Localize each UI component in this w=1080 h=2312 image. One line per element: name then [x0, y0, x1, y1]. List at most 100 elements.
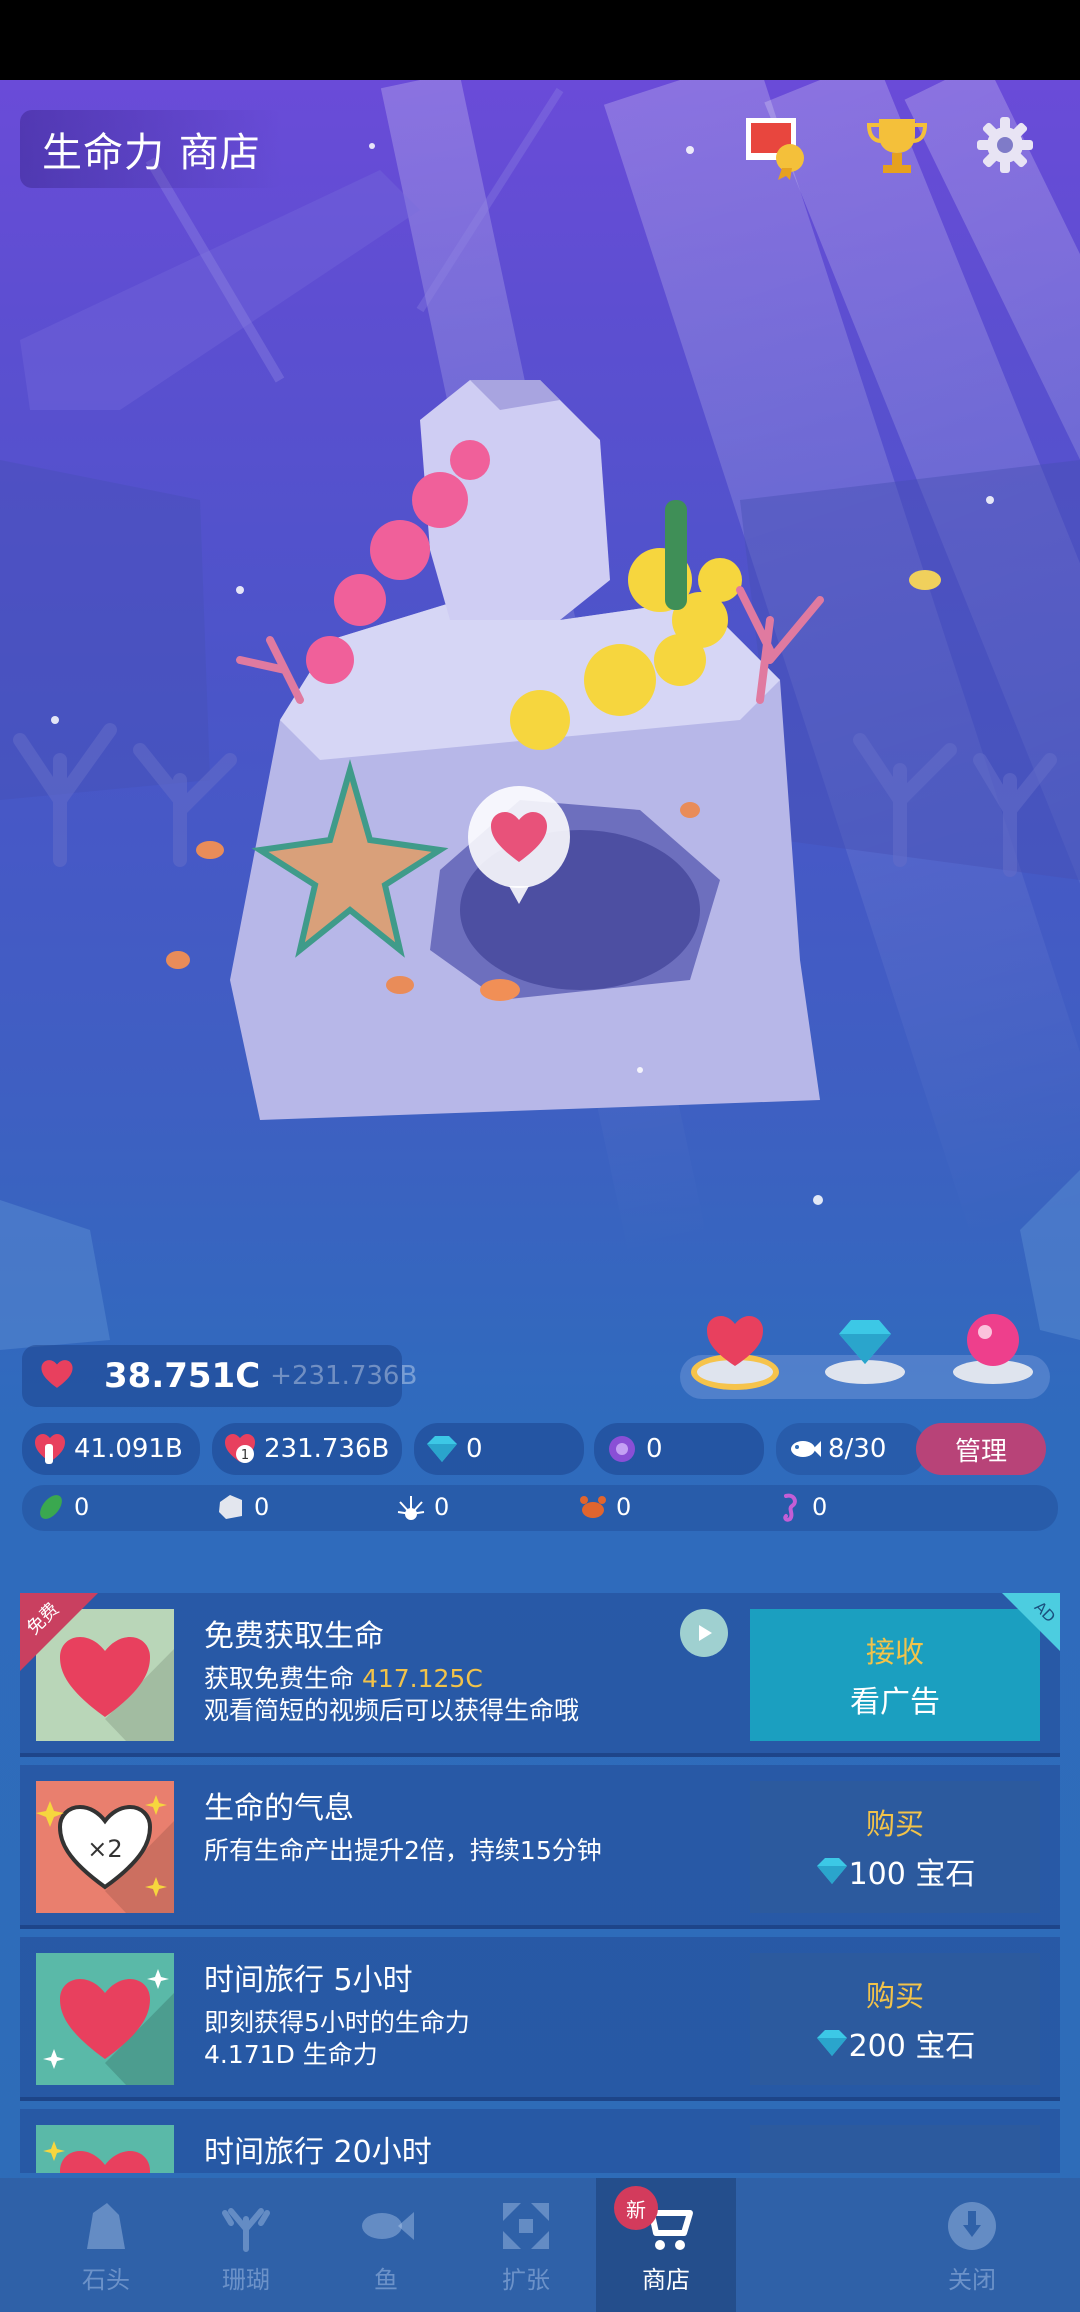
- orb-value: 0: [646, 1434, 663, 1464]
- crab-icon: [578, 1492, 608, 1522]
- item-name: 生命的气息: [204, 1791, 354, 1826]
- shop-list: 免费 免费获取生命 获取免费生命 417.125C 观看简短的视频后可以获得生命哦…: [20, 1593, 1060, 2173]
- item-description: 即刻获得5小时的生命力 4.171D 生命力: [204, 2008, 470, 2069]
- trophy-icon[interactable]: [862, 110, 932, 180]
- gem-value: 0: [466, 1434, 483, 1464]
- stat-row-items: 0 0 0 0 0: [22, 1485, 1058, 1531]
- tap-life-chip: 41.091B: [22, 1423, 200, 1475]
- fish-count-chip: 8/30: [776, 1423, 926, 1475]
- seaweed-item: 0: [36, 1485, 89, 1529]
- gem-chip: 0: [414, 1423, 584, 1475]
- seahorse-icon: [774, 1492, 804, 1522]
- gem-icon: [424, 1431, 460, 1467]
- seahorse-count: 0: [812, 1493, 828, 1521]
- item-name: 免费获取生命: [204, 1619, 384, 1654]
- nav-label: 珊瑚: [222, 2266, 270, 2294]
- double-label: ×2: [87, 1835, 122, 1863]
- nav-shop[interactable]: 商店 新: [596, 2178, 736, 2312]
- photo-badge-icon[interactable]: [742, 110, 812, 180]
- watch-ad-label: 看广告: [850, 1685, 940, 1720]
- auto-heart-icon: 1: [222, 1431, 258, 1467]
- nav-label: 鱼: [374, 2266, 398, 2294]
- nav-close[interactable]: 关闭: [902, 2178, 1042, 2312]
- expand-icon: [496, 2196, 556, 2256]
- item-description: 所有生命产出提升2倍，持续15分钟: [204, 1836, 602, 1865]
- crab-count: 0: [616, 1493, 632, 1521]
- new-badge: 新: [614, 2186, 658, 2230]
- price: 100 宝石: [815, 1849, 976, 1893]
- nav-label: 商店: [642, 2266, 690, 2294]
- urchin-count: 0: [434, 1493, 450, 1521]
- fish-count: 8/30: [828, 1434, 887, 1464]
- shop-item-time-travel-20h: 时间旅行 20小时 购买: [20, 2109, 1060, 2173]
- free-life-amount: 417.125C: [361, 1664, 483, 1693]
- seaweed-count: 0: [74, 1493, 90, 1521]
- nav-label: 石头: [82, 2266, 130, 2294]
- watch-ad-button[interactable]: 接收 看广告: [750, 1609, 1040, 1741]
- receive-label: 接收: [865, 1635, 924, 1669]
- rock-icon: [76, 2196, 136, 2256]
- stone-item: 0: [216, 1485, 269, 1529]
- play-icon[interactable]: [680, 1609, 728, 1657]
- gem-icon: [816, 1858, 847, 1884]
- crab-item: 0: [578, 1485, 631, 1529]
- item-name: 时间旅行 20小时: [204, 2135, 432, 2170]
- buy-label: 购买: [865, 1807, 924, 1841]
- buy-button[interactable]: 购买 100 宝石: [750, 1781, 1040, 1913]
- nav-expand[interactable]: 扩张: [456, 2178, 596, 2312]
- desc-prefix: 获取免费生命: [204, 1664, 362, 1693]
- buy-button[interactable]: 购买: [750, 2125, 1040, 2173]
- orb-icon: [604, 1431, 640, 1467]
- heart-icon: [40, 1359, 74, 1393]
- urchin-icon: [396, 1492, 426, 1522]
- nav-fish[interactable]: 鱼: [316, 2178, 456, 2312]
- gear-icon[interactable]: [970, 110, 1040, 180]
- coral-icon: [216, 2196, 276, 2256]
- heart-bubble[interactable]: [468, 786, 570, 904]
- urchin-item: 0: [396, 1485, 449, 1529]
- auto-value: 231.736B: [264, 1434, 390, 1464]
- life-rate: +231.736B: [270, 1361, 418, 1391]
- stat-row-primary: 41.091B 1 231.736B 0 0 8/30 管理: [22, 1423, 1058, 1475]
- seaweed-icon: [36, 1492, 66, 1522]
- nav-coral[interactable]: 珊瑚: [176, 2178, 316, 2312]
- bottom-nav: 石头 珊瑚 鱼 扩张 商店 新 关闭: [0, 2178, 1080, 2312]
- buy-label: 购买: [865, 1979, 924, 2013]
- stats-panel: 38.751C +231.736B 41.091B 1 231.736B 0 0…: [22, 1345, 1058, 1600]
- nav-label: 扩张: [502, 2266, 550, 2294]
- time-travel-thumb: [36, 1953, 174, 2085]
- buy-button[interactable]: 购买 200 宝石: [750, 1953, 1040, 2085]
- status-bar: [0, 0, 1080, 80]
- item-name: 时间旅行 5小时: [204, 1963, 413, 1998]
- price: 200 宝石: [815, 2021, 976, 2065]
- ad-badge: [1002, 1593, 1060, 1651]
- auto-life-chip: 1 231.736B: [212, 1423, 402, 1475]
- shop-item-free-life: 免费 免费获取生命 获取免费生命 417.125C 观看简短的视频后可以获得生命哦…: [20, 1593, 1060, 1757]
- time-travel-thumb: [36, 2125, 174, 2173]
- nav-label: 关闭: [948, 2266, 996, 2294]
- price-value: 100 宝石: [848, 1857, 976, 1892]
- gem-icon: [816, 2030, 847, 2056]
- tap-heart-icon: [32, 1431, 68, 1467]
- nav-rock[interactable]: 石头: [36, 2178, 176, 2312]
- shop-item-time-travel-5h: 时间旅行 5小时 即刻获得5小时的生命力 4.171D 生命力 购买 200 宝…: [20, 1937, 1060, 2101]
- scene-illustration: [0, 87, 1080, 1350]
- shop-item-breath-of-life: ×2 生命的气息 所有生命产出提升2倍，持续15分钟 购买 100 宝石: [20, 1765, 1060, 1929]
- page-title: 生命力 商店: [20, 110, 283, 188]
- manage-button[interactable]: 管理: [916, 1423, 1046, 1475]
- item-description: 获取免费生命 417.125C 观看简短的视频后可以获得生命哦: [204, 1663, 579, 1727]
- breath-thumb: ×2: [36, 1781, 174, 1913]
- stone-count: 0: [254, 1493, 270, 1521]
- orb-chip: 0: [594, 1423, 764, 1475]
- life-total: 38.751C +231.736B: [22, 1345, 417, 1407]
- fish-icon: [786, 1431, 822, 1467]
- desc-line2: 观看简短的视频后可以获得生命哦: [204, 1696, 580, 1725]
- price-value: 200 宝石: [848, 2029, 976, 2064]
- stone-icon: [216, 1492, 246, 1522]
- close-down-icon: [942, 2196, 1002, 2256]
- tap-value: 41.091B: [74, 1434, 183, 1464]
- fish-icon: [356, 2196, 416, 2256]
- buy-label: 购买: [866, 2170, 924, 2173]
- seahorse-item: 0: [774, 1485, 827, 1529]
- life-value: 38.751C: [104, 1356, 261, 1396]
